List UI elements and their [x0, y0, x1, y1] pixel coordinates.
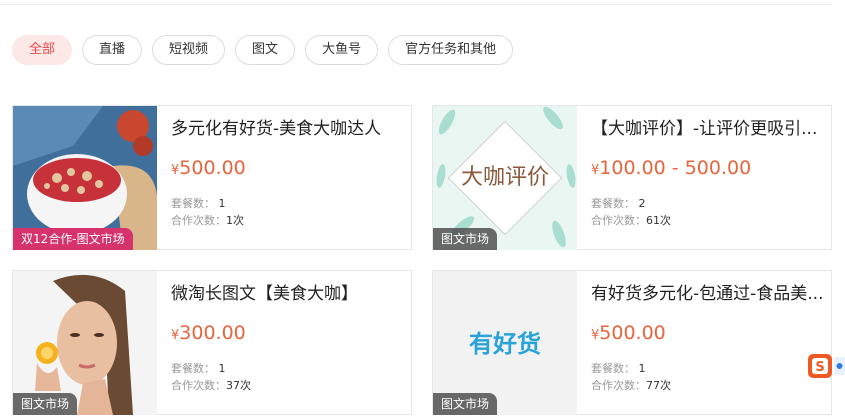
price-value: 100.00 - 500.00: [599, 157, 752, 179]
coop-count: 合作次数：37次: [171, 377, 405, 394]
sogou-logo-icon: S: [808, 354, 845, 378]
card-price: ¥300.00: [171, 321, 405, 348]
filter-live[interactable]: 直播: [82, 35, 143, 65]
service-card[interactable]: 双12合作-图文市场 多元化有好货-美食大咖达人 ¥500.00 套餐数： 1 …: [12, 105, 412, 250]
price-value: 300.00: [179, 322, 246, 344]
filter-short-video[interactable]: 短视频: [152, 35, 226, 65]
card-tag: 双12合作-图文市场: [13, 228, 133, 250]
package-count-value: 1: [638, 362, 646, 375]
card-price: ¥500.00: [591, 321, 825, 348]
service-card[interactable]: 有好货 图文市场 有好货多元化-包通过-食品美... ¥500.00 套餐数： …: [432, 270, 832, 415]
package-count: 套餐数： 1: [171, 195, 405, 212]
filter-dayu[interactable]: 大鱼号: [305, 35, 379, 65]
filter-all[interactable]: 全部: [12, 35, 73, 65]
price-value: 500.00: [179, 157, 246, 179]
coop-count-value: 61次: [646, 214, 671, 227]
card-thumbnail[interactable]: 双12合作-图文市场: [13, 106, 157, 250]
filter-official-other[interactable]: 官方任务和其他: [388, 35, 514, 65]
card-price: ¥100.00 - 500.00: [591, 156, 825, 183]
price-value: 500.00: [599, 322, 666, 344]
content-type-filter: 全部 直播 短视频 图文 大鱼号 官方任务和其他: [12, 35, 514, 65]
sogou-glyph: S: [815, 360, 824, 375]
coop-count-label: 合作次数：: [171, 214, 226, 227]
package-count-label: 套餐数：: [591, 197, 635, 210]
package-count-value: 1: [218, 197, 226, 210]
service-card[interactable]: 大咖评价 图文市场 【大咖评价】-让评价更吸引... ¥100.00 - 500…: [432, 105, 832, 250]
coop-count: 合作次数：77次: [591, 377, 825, 394]
card-tag: 图文市场: [433, 228, 498, 250]
card-thumbnail[interactable]: 图文市场: [13, 271, 157, 415]
coop-count-label: 合作次数：: [591, 214, 646, 227]
service-card[interactable]: 图文市场 微淘长图文【美食大咖】 ¥300.00 套餐数： 1 合作次数：37次: [12, 270, 412, 415]
coop-count: 合作次数：61次: [591, 212, 825, 229]
coop-count-value: 1次: [226, 214, 244, 227]
thumb-logo-text: 大咖评价: [460, 165, 549, 190]
package-count: 套餐数： 1: [591, 360, 825, 377]
coop-count-label: 合作次数：: [171, 379, 226, 392]
card-thumbnail[interactable]: 有好货 图文市场: [433, 271, 577, 415]
youhaohuo-logo: 有好货: [469, 330, 541, 358]
filter-image-text[interactable]: 图文: [235, 35, 296, 65]
card-title[interactable]: 微淘长图文【美食大咖】: [171, 283, 405, 305]
coop-count-value: 77次: [646, 379, 671, 392]
card-tag: 图文市场: [13, 393, 78, 415]
package-count-label: 套餐数：: [591, 362, 635, 375]
top-divider: [0, 4, 832, 5]
coop-count-label: 合作次数：: [591, 379, 646, 392]
coop-count-value: 37次: [226, 379, 251, 392]
card-price: ¥500.00: [171, 156, 405, 183]
package-count: 套餐数： 2: [591, 195, 825, 212]
package-count-label: 套餐数：: [171, 197, 215, 210]
card-tag: 图文市场: [433, 393, 498, 415]
card-thumbnail[interactable]: 大咖评价 图文市场: [433, 106, 577, 250]
card-title[interactable]: 有好货多元化-包通过-食品美...: [591, 283, 825, 305]
coop-count: 合作次数：1次: [171, 212, 405, 229]
package-count-label: 套餐数：: [171, 362, 215, 375]
sogou-input-icon[interactable]: S: [806, 353, 845, 379]
package-count: 套餐数： 1: [171, 360, 405, 377]
card-title[interactable]: 多元化有好货-美食大咖达人: [171, 118, 405, 140]
card-title[interactable]: 【大咖评价】-让评价更吸引...: [591, 118, 825, 140]
package-count-value: 2: [638, 197, 646, 210]
package-count-value: 1: [218, 362, 226, 375]
